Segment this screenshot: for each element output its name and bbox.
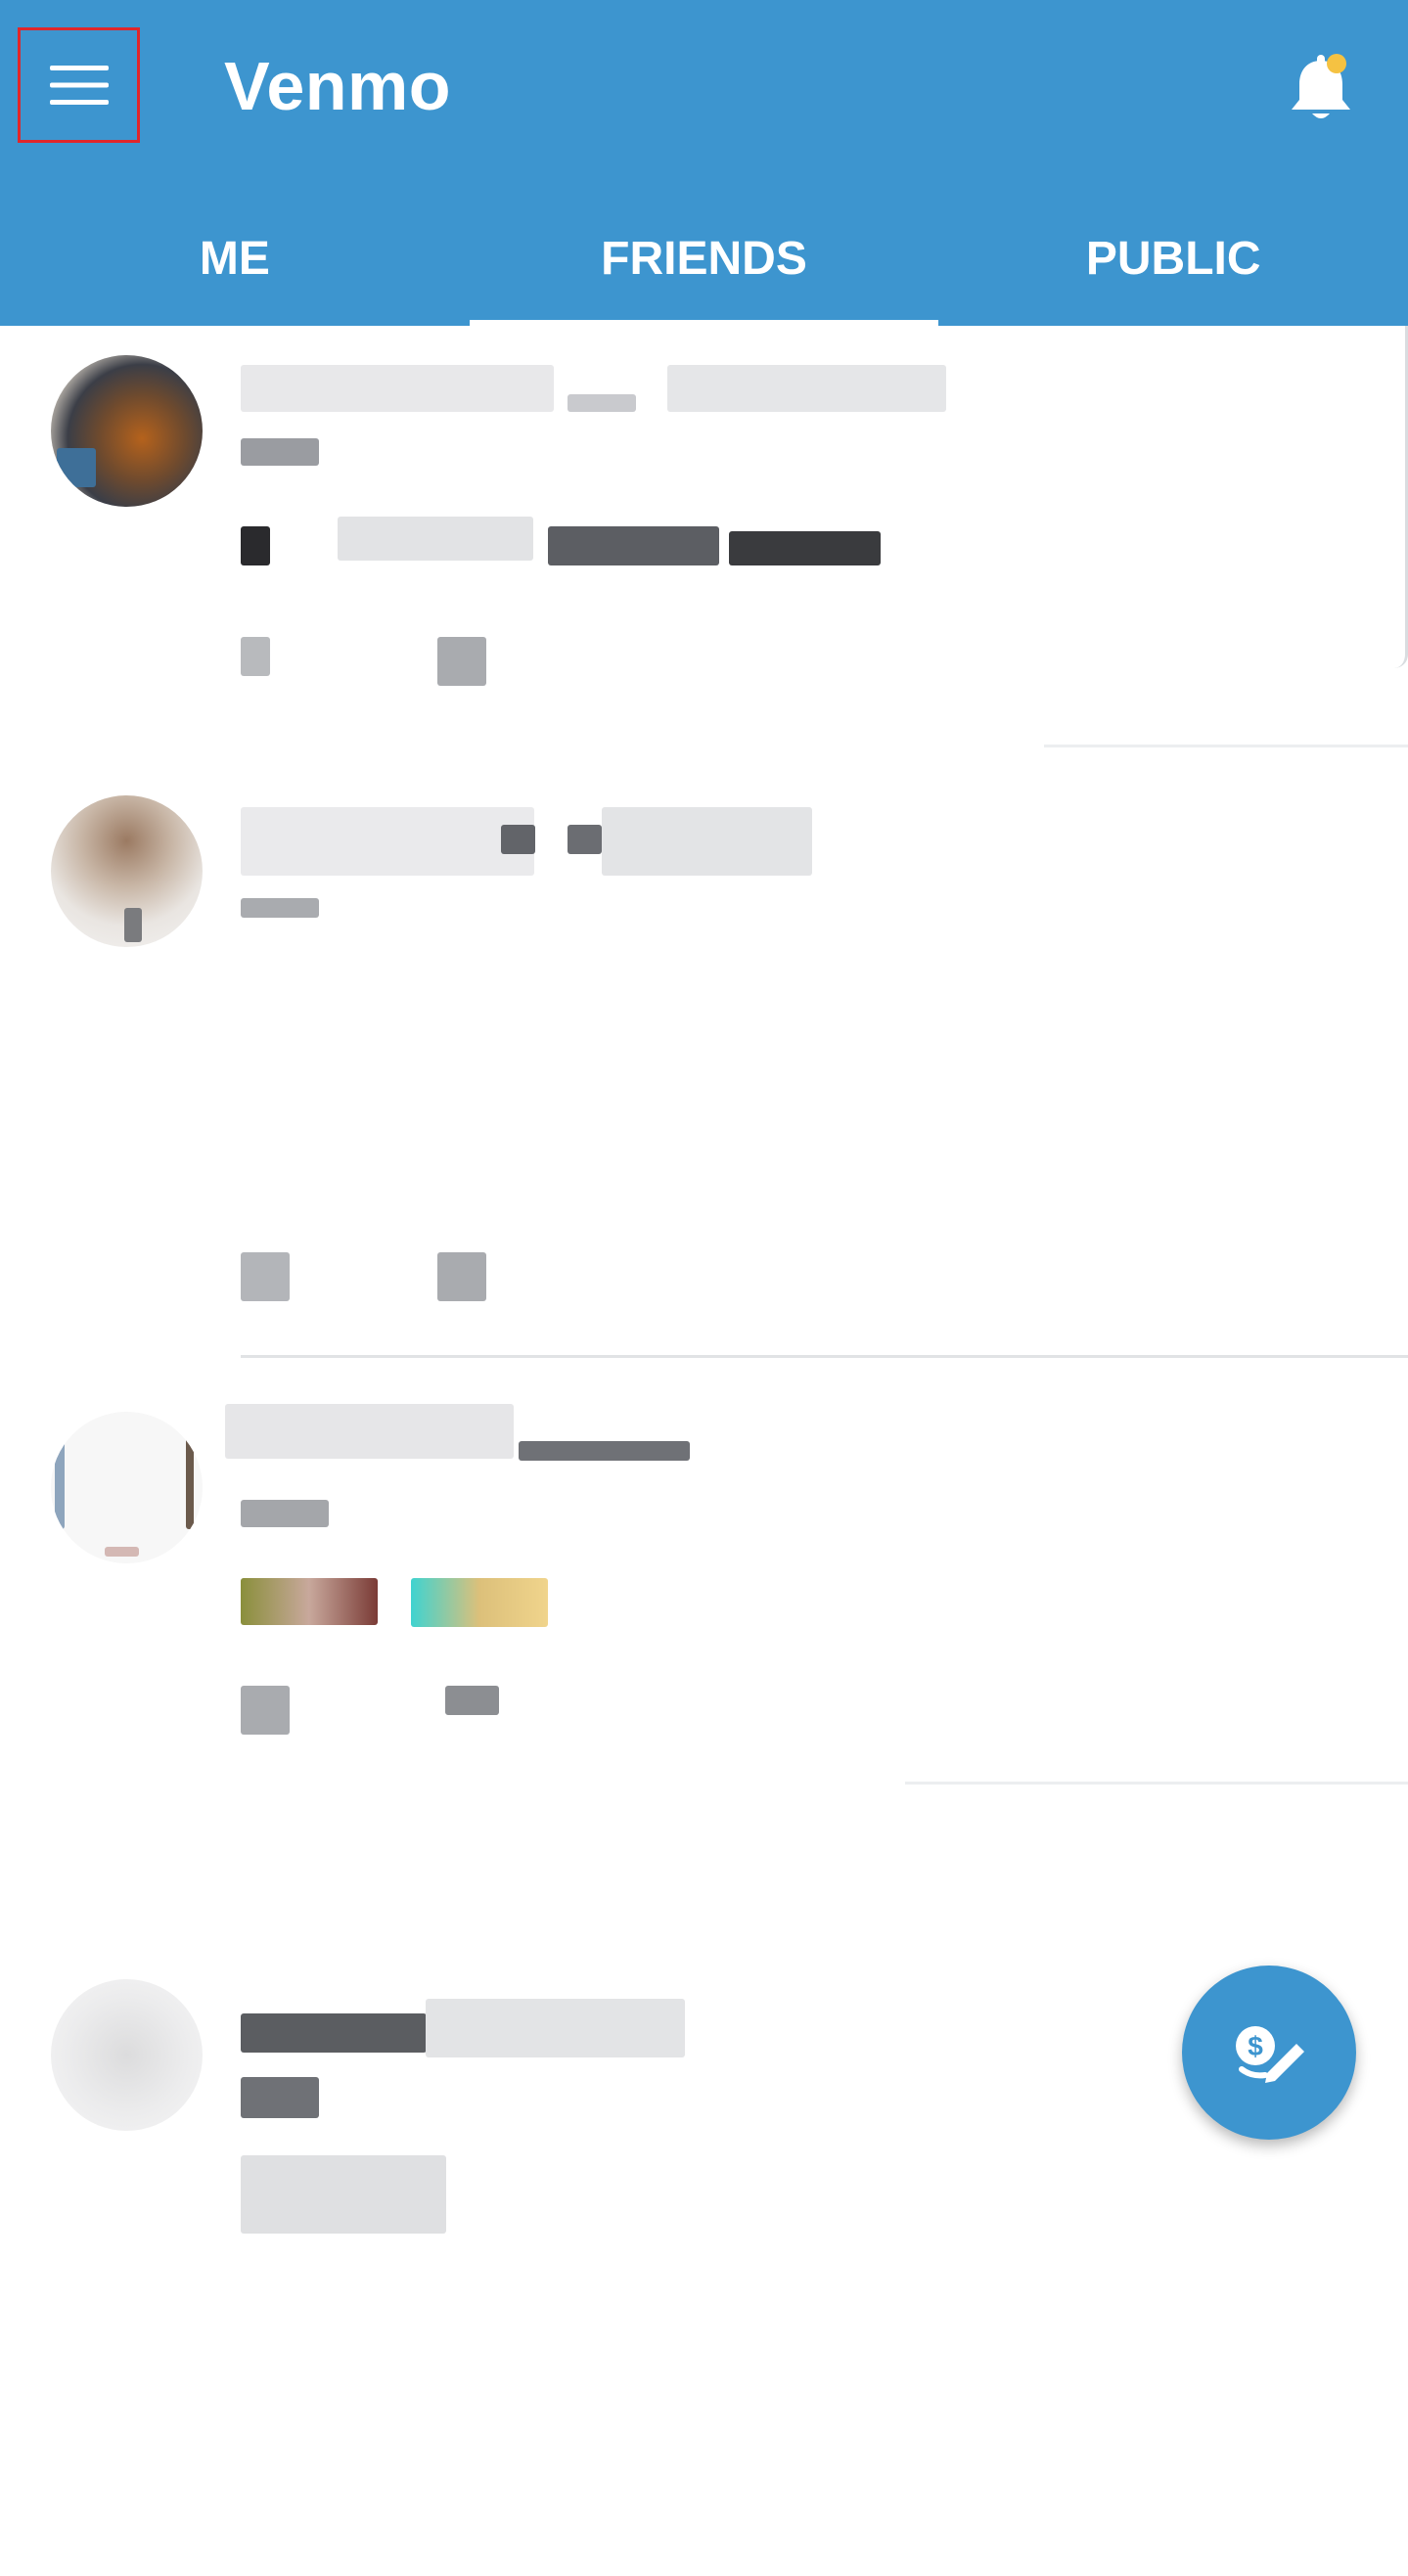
avatar[interactable] <box>51 795 203 947</box>
comment-icon[interactable] <box>437 637 486 686</box>
divider <box>1044 745 1408 747</box>
divider <box>241 1355 1408 1358</box>
story-note <box>241 526 270 565</box>
avatar[interactable] <box>51 1412 203 1563</box>
story-timestamp <box>241 1500 329 1527</box>
tab-bar: ME FRIENDS PUBLIC <box>0 192 1408 326</box>
pay-or-request-button[interactable]: $ <box>1182 1966 1356 2140</box>
story-title <box>241 807 534 876</box>
feed-story[interactable] <box>0 1392 1408 1785</box>
feed-story[interactable] <box>0 326 1408 747</box>
app-bar: Venmo ME FRIENDS PUBLIC <box>0 0 1408 326</box>
tab-friends[interactable]: FRIENDS <box>469 192 939 326</box>
like-icon[interactable] <box>241 1686 290 1735</box>
story-title <box>241 2013 427 2053</box>
avatar[interactable] <box>51 355 203 507</box>
story-note <box>241 2155 446 2234</box>
tab-me[interactable]: ME <box>0 192 470 326</box>
menu-button[interactable] <box>18 27 140 143</box>
tab-public[interactable]: PUBLIC <box>938 192 1408 326</box>
notifications-button[interactable] <box>1282 49 1360 127</box>
bell-icon <box>1292 54 1350 118</box>
divider <box>905 1782 1408 1785</box>
like-icon[interactable] <box>241 637 270 676</box>
hamburger-menu-icon <box>49 66 109 105</box>
feed-story[interactable] <box>0 786 1408 1617</box>
story-title <box>241 365 554 412</box>
story-timestamp <box>241 898 319 918</box>
comment-icon[interactable] <box>437 1252 486 1301</box>
like-icon[interactable] <box>241 1252 290 1301</box>
notification-dot <box>1327 54 1346 73</box>
pay-or-request-icon: $ <box>1236 2026 1304 2083</box>
avatar[interactable] <box>51 1979 203 2131</box>
svg-text:$: $ <box>1248 2031 1263 2061</box>
story-note <box>241 1578 378 1625</box>
app-title: Venmo <box>224 48 452 124</box>
story-timestamp <box>241 2077 319 2118</box>
story-title <box>225 1404 514 1459</box>
comment-icon[interactable] <box>445 1686 499 1715</box>
story-timestamp <box>241 438 319 466</box>
